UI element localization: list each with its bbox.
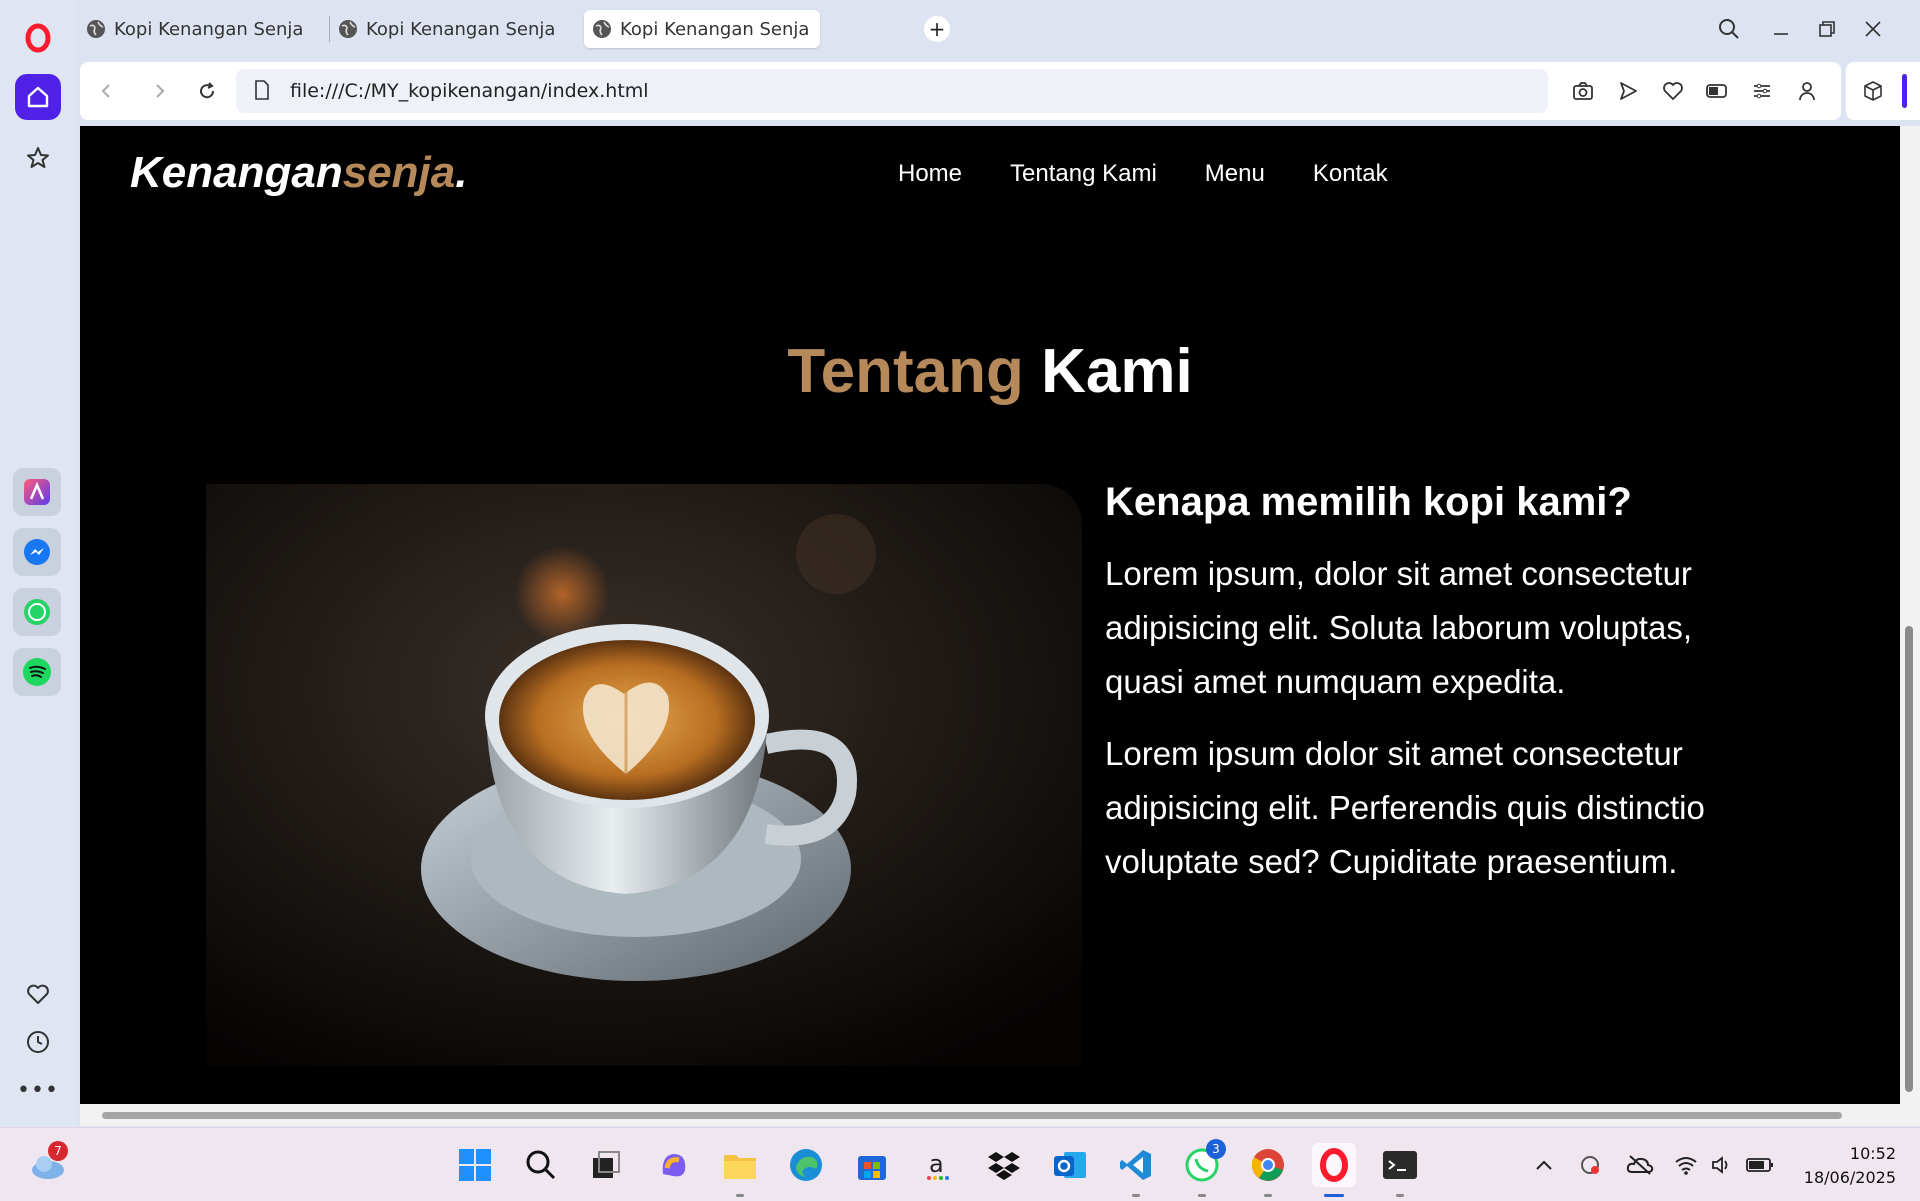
about-heading: Kenapa memilih kopi kami? xyxy=(1105,480,1632,524)
about-paragraph: Lorem ipsum dolor sit amet consectetur a… xyxy=(1105,735,1705,880)
history-clock-icon[interactable] xyxy=(16,1020,60,1064)
system-clock[interactable]: 10:52 18/06/2025 xyxy=(1804,1142,1896,1190)
star-icon[interactable] xyxy=(16,136,60,180)
running-indicator xyxy=(1396,1194,1404,1197)
active-indicator xyxy=(1324,1194,1344,1197)
extensions-area xyxy=(1846,62,1920,120)
opera-logo-icon[interactable] xyxy=(16,16,60,60)
file-icon xyxy=(254,80,270,104)
back-icon[interactable] xyxy=(92,76,122,106)
onedrive-offline-icon[interactable] xyxy=(1620,1143,1660,1187)
messenger-icon[interactable] xyxy=(13,528,61,576)
dropbox-icon[interactable] xyxy=(982,1143,1026,1187)
whatsapp-badge: 3 xyxy=(1206,1139,1226,1159)
search-tabs-icon[interactable] xyxy=(1712,12,1746,46)
whatsapp-icon[interactable] xyxy=(13,588,61,636)
aria-app-icon[interactable] xyxy=(13,468,61,516)
tab-strip: Kopi Kenangan Senja Kopi Kenangan Senja … xyxy=(76,0,1920,58)
minimize-icon[interactable] xyxy=(1764,12,1798,46)
globe-icon xyxy=(592,19,612,39)
svg-text:a: a xyxy=(929,1150,944,1178)
easy-setup-icon[interactable] xyxy=(1747,76,1777,106)
nav-link-kontak[interactable]: Kontak xyxy=(1313,160,1388,188)
tab-separator xyxy=(329,16,330,42)
heart-icon[interactable] xyxy=(1658,76,1688,106)
nav-link-menu[interactable]: Menu xyxy=(1205,160,1265,188)
globe-icon xyxy=(338,19,358,39)
send-icon[interactable] xyxy=(1613,76,1643,106)
terminal-icon[interactable] xyxy=(1378,1143,1422,1197)
sidebar-accent-bar xyxy=(1902,74,1907,108)
page-viewport: Kenangansenja. Home Tentang Kami Menu Ko… xyxy=(80,126,1900,1104)
volume-icon[interactable] xyxy=(1702,1143,1742,1187)
vertical-scrollbar-thumb[interactable] xyxy=(1905,626,1913,1092)
address-bar[interactable]: file:///C:/MY_kopikenangan/index.html xyxy=(236,69,1548,113)
section-title: Tentang Kami xyxy=(80,336,1900,407)
logo-accent: senja xyxy=(342,148,456,197)
site-navigation: Home Tentang Kami Menu Kontak xyxy=(898,160,1388,188)
url-text: file:///C:/MY_kopikenangan/index.html xyxy=(290,80,649,102)
whatsapp-taskbar-icon[interactable]: 3 xyxy=(1180,1139,1226,1197)
logo-dot: . xyxy=(455,148,468,197)
running-indicator xyxy=(1198,1194,1206,1197)
running-indicator xyxy=(1264,1194,1272,1197)
running-indicator xyxy=(1132,1194,1140,1197)
amazon-icon[interactable]: a xyxy=(916,1143,960,1187)
browser-sidebar: ••• xyxy=(0,0,76,1127)
new-tab-button[interactable]: + xyxy=(924,16,950,42)
microsoft-store-icon[interactable] xyxy=(850,1143,894,1187)
task-view-icon[interactable] xyxy=(584,1143,628,1187)
show-hidden-icons-chevron-icon[interactable] xyxy=(1524,1143,1564,1187)
about-paragraph: Lorem ipsum, dolor sit amet consectetur … xyxy=(1105,555,1692,700)
restore-icon[interactable] xyxy=(1810,12,1844,46)
nav-link-home[interactable]: Home xyxy=(898,160,962,188)
about-content: Kenapa memilih kopi kami? Lorem ipsum, d… xyxy=(1105,480,1745,907)
browser-tab[interactable]: Kopi Kenangan Senja xyxy=(86,10,316,48)
section-title-accent: Tentang xyxy=(787,337,1024,406)
sync-status-icon[interactable] xyxy=(1570,1143,1610,1187)
horizontal-scrollbar[interactable] xyxy=(80,1104,1920,1126)
search-icon[interactable] xyxy=(519,1143,563,1187)
running-indicator xyxy=(736,1194,744,1197)
weather-widget-icon[interactable]: 7 xyxy=(26,1141,70,1187)
tab-title: Kopi Kenangan Senja xyxy=(366,18,556,40)
opera-taskbar-icon[interactable] xyxy=(1312,1143,1356,1197)
browser-tab[interactable]: Kopi Kenangan Senja xyxy=(338,10,568,48)
tab-title: Kopi Kenangan Senja xyxy=(620,18,810,40)
wifi-icon[interactable] xyxy=(1666,1143,1706,1187)
browser-tab-active[interactable]: Kopi Kenangan Senja xyxy=(584,10,820,48)
edge-browser-icon[interactable] xyxy=(784,1143,828,1187)
weather-badge: 7 xyxy=(48,1141,68,1161)
copilot-icon[interactable] xyxy=(652,1143,696,1187)
chrome-icon[interactable] xyxy=(1246,1143,1290,1197)
windows-taskbar: 7 a 3 10:52 18/06/2025 xyxy=(0,1127,1920,1201)
close-icon[interactable] xyxy=(1856,12,1890,46)
reload-icon[interactable] xyxy=(192,76,222,106)
tab-title: Kopi Kenangan Senja xyxy=(114,18,304,40)
heart-icon[interactable] xyxy=(16,972,60,1016)
spotify-icon[interactable] xyxy=(13,648,61,696)
logo-main: Kenangan xyxy=(130,148,343,197)
section-title-main: Kami xyxy=(1041,337,1193,406)
file-explorer-icon[interactable] xyxy=(718,1143,762,1197)
clock-time: 10:52 xyxy=(1849,1144,1896,1163)
clock-date: 18/06/2025 xyxy=(1803,1168,1896,1187)
address-toolbar: file:///C:/MY_kopikenangan/index.html xyxy=(80,62,1841,120)
nav-link-tentang-kami[interactable]: Tentang Kami xyxy=(1010,160,1157,188)
windows-start-icon[interactable] xyxy=(453,1143,497,1187)
camera-snapshot-icon[interactable] xyxy=(1568,76,1598,106)
more-options-icon[interactable]: ••• xyxy=(16,1068,60,1112)
vscode-icon[interactable] xyxy=(1114,1143,1158,1197)
profile-icon[interactable] xyxy=(1792,76,1822,106)
battery-icon[interactable] xyxy=(1740,1143,1780,1187)
globe-icon xyxy=(86,19,106,39)
coffee-cup-image xyxy=(206,484,1082,1066)
home-icon[interactable] xyxy=(15,74,61,120)
outlook-icon[interactable] xyxy=(1048,1143,1092,1187)
extensions-cube-icon[interactable] xyxy=(1858,76,1888,106)
site-logo[interactable]: Kenangansenja. xyxy=(130,148,467,198)
horizontal-scrollbar-thumb[interactable] xyxy=(102,1112,1842,1119)
battery-saver-icon[interactable] xyxy=(1702,76,1732,106)
forward-icon[interactable] xyxy=(144,76,174,106)
